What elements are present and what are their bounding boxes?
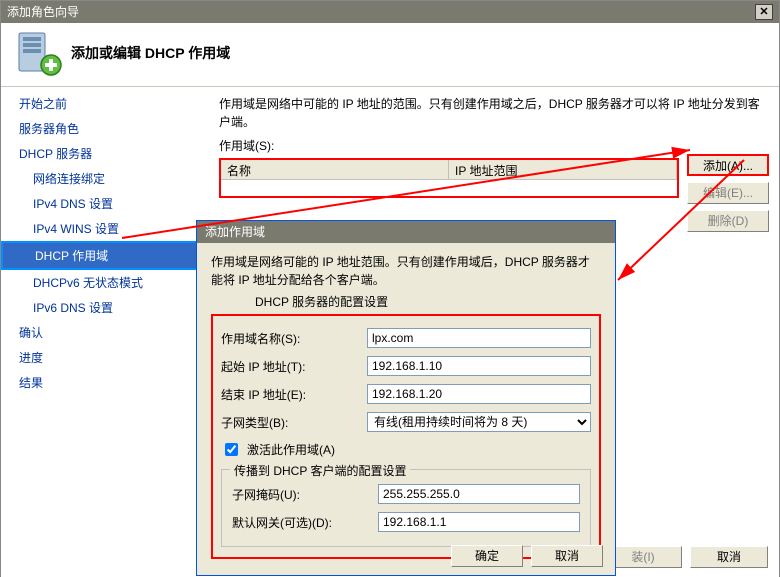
- gateway-input[interactable]: [378, 512, 580, 532]
- sidebar-item-dhcpv6[interactable]: DHCPv6 无状态模式: [1, 270, 210, 295]
- sidebar-item-network-binding[interactable]: 网络连接绑定: [1, 166, 210, 191]
- end-ip-label: 结束 IP 地址(E):: [221, 386, 367, 403]
- sidebar-item-dhcp-scope[interactable]: DHCP 作用域: [1, 241, 210, 270]
- scope-name-input[interactable]: [367, 328, 591, 348]
- page-title: 添加或编辑 DHCP 作用域: [71, 43, 230, 63]
- sidebar-item-result[interactable]: 结果: [1, 370, 210, 395]
- sidebar-item-progress[interactable]: 进度: [1, 345, 210, 370]
- dialog-highlight-area: 作用域名称(S): 起始 IP 地址(T): 结束 IP 地址(E): 子网类型…: [211, 314, 601, 559]
- sidebar-item-dhcp-server[interactable]: DHCP 服务器: [1, 141, 210, 166]
- activate-label: 激活此作用域(A): [247, 441, 335, 458]
- dialog-ok-button[interactable]: 确定: [451, 545, 523, 567]
- edit-button: 编辑(E)...: [687, 182, 769, 204]
- server-icon: [15, 29, 63, 77]
- add-scope-dialog: 添加作用域 作用域是网络可能的 IP 地址范围。只有创建作用域后，DHCP 服务…: [196, 220, 616, 576]
- scope-list-label: 作用域(S):: [219, 137, 769, 154]
- sidebar-item-ipv6-dns[interactable]: IPv6 DNS 设置: [1, 295, 210, 320]
- dialog-description: 作用域是网络可能的 IP 地址范围。只有创建作用域后，DHCP 服务器才能将 I…: [211, 253, 601, 289]
- activate-checkbox[interactable]: [225, 443, 238, 456]
- dialog-group-label: DHCP 服务器的配置设置: [255, 293, 601, 310]
- sidebar-item-server-roles[interactable]: 服务器角色: [1, 116, 210, 141]
- sidebar: 开始之前 服务器角色 DHCP 服务器 网络连接绑定 IPv4 DNS 设置 I…: [1, 87, 211, 577]
- dialog-cancel-button[interactable]: 取消: [531, 545, 603, 567]
- sidebar-item-confirm[interactable]: 确认: [1, 320, 210, 345]
- gateway-label: 默认网关(可选)(D):: [232, 514, 378, 531]
- close-icon[interactable]: ✕: [755, 4, 773, 20]
- propagate-fieldset: 传播到 DHCP 客户端的配置设置 子网掩码(U): 默认网关(可选)(D):: [221, 469, 591, 547]
- subnet-mask-label: 子网掩码(U):: [232, 486, 378, 503]
- cancel-button[interactable]: 取消: [690, 546, 768, 568]
- window-title: 添加角色向导: [7, 1, 79, 23]
- col-range: IP 地址范围: [449, 160, 677, 179]
- col-name: 名称: [221, 160, 449, 179]
- header: 添加或编辑 DHCP 作用域: [1, 23, 779, 87]
- end-ip-input[interactable]: [367, 384, 591, 404]
- sidebar-item-before-begin[interactable]: 开始之前: [1, 91, 210, 116]
- subnet-type-label: 子网类型(B):: [221, 414, 367, 431]
- dialog-title[interactable]: 添加作用域: [197, 221, 615, 243]
- content-description: 作用域是网络中可能的 IP 地址的范围。只有创建作用域之后，DHCP 服务器才可…: [219, 95, 769, 131]
- start-ip-label: 起始 IP 地址(T):: [221, 358, 367, 375]
- subnet-type-select[interactable]: 有线(租用持续时间将为 8 天): [367, 412, 591, 432]
- delete-button: 删除(D): [687, 210, 769, 232]
- titlebar[interactable]: 添加角色向导 ✕: [1, 1, 779, 23]
- subnet-mask-input[interactable]: [378, 484, 580, 504]
- propagate-legend: 传播到 DHCP 客户端的配置设置: [230, 462, 410, 479]
- scope-list[interactable]: 名称 IP 地址范围: [219, 158, 679, 198]
- add-button[interactable]: 添加(A)...: [687, 154, 769, 176]
- wizard-footer-buttons: 装(I) 取消: [604, 546, 768, 568]
- scope-list-header: 名称 IP 地址范围: [221, 160, 677, 180]
- sidebar-item-ipv4-dns[interactable]: IPv4 DNS 设置: [1, 191, 210, 216]
- sidebar-item-ipv4-wins[interactable]: IPv4 WINS 设置: [1, 216, 210, 241]
- start-ip-input[interactable]: [367, 356, 591, 376]
- scope-name-label: 作用域名称(S):: [221, 330, 367, 347]
